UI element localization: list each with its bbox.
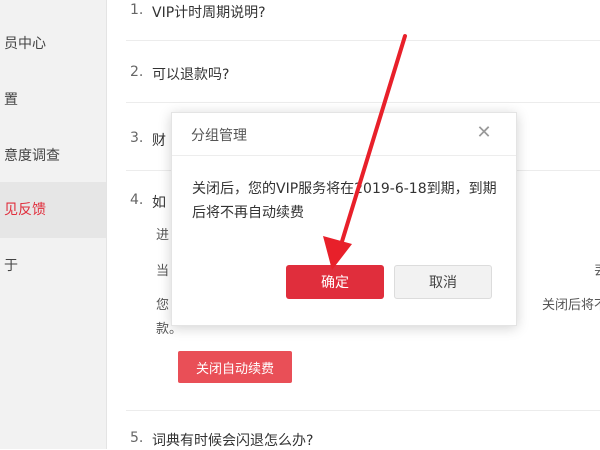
faq-number: 1. — [130, 2, 144, 18]
confirm-dialog: 分组管理 ✕ 关闭后，您的VIP服务将在2019-6-18到期，到期后将不再自动… — [171, 112, 517, 326]
sidebar: 员中心 置 意度调查 见反馈 于 — [0, 0, 107, 449]
faq-answer-fragment: 丟。 — [594, 260, 600, 279]
faq-item[interactable]: 1. VIP计时周期说明? — [126, 0, 600, 41]
sidebar-item-settings[interactable]: 置 — [0, 72, 106, 128]
dialog-message: 关闭后，您的VIP服务将在2019-6-18到期，到期后将不再自动续费 — [192, 181, 497, 221]
faq-question: 财 — [152, 133, 166, 149]
faq-number: 3. — [130, 130, 144, 146]
faq-answer-line: 进 — [156, 228, 170, 243]
faq-question: 如 — [152, 195, 166, 211]
sidebar-item-feedback[interactable]: 见反馈 — [0, 182, 106, 238]
sidebar-item-about[interactable]: 于 — [0, 238, 106, 294]
sidebar-item-satisfaction-survey[interactable]: 意度调查 — [0, 128, 106, 184]
faq-answer-line: 当 — [156, 264, 170, 279]
faq-question: VIP计时周期说明? — [152, 5, 266, 21]
faq-item[interactable]: 5. 词典有时候会闪退怎么办? — [126, 410, 600, 449]
faq-number: 4. — [130, 192, 144, 208]
faq-question: 可以退款吗? — [152, 67, 230, 83]
faq-question: 词典有时候会闪退怎么办? — [152, 433, 314, 449]
dialog-title: 分组管理 — [191, 128, 247, 144]
faq-item[interactable]: 2. 可以退款吗? — [126, 40, 600, 103]
faq-answer-fragment: 关闭后将不再 — [541, 298, 600, 313]
close-auto-renew-button[interactable]: 关闭自动续费 — [178, 351, 292, 383]
sidebar-item-member-center[interactable]: 员中心 — [0, 16, 106, 72]
dialog-header: 分组管理 ✕ — [172, 113, 516, 156]
cancel-button[interactable]: 取消 — [394, 265, 492, 299]
close-icon[interactable]: ✕ — [474, 123, 494, 143]
faq-number: 2. — [130, 64, 144, 80]
faq-answer-line: 您 — [156, 298, 170, 313]
confirm-button[interactable]: 确定 — [286, 265, 384, 299]
faq-number: 5. — [130, 430, 144, 446]
